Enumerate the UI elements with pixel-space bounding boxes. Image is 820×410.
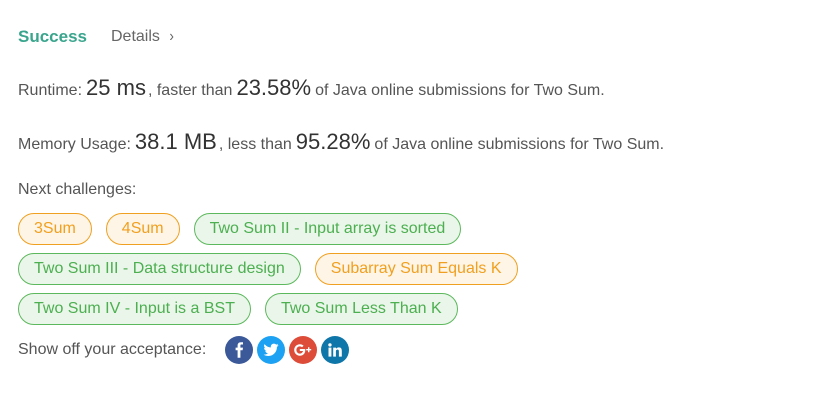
facebook-share-button[interactable] [225, 336, 254, 364]
challenge-chip[interactable]: Two Sum Less Than K [264, 293, 458, 325]
runtime-percent: 23.58% [236, 75, 312, 100]
challenge-chip[interactable]: Two Sum II - Input array is sorted [193, 213, 462, 245]
challenge-chip[interactable]: 4Sum [105, 213, 180, 245]
memory-line: Memory Usage: 38.1 MB , less than 95.28%… [18, 129, 808, 159]
memory-percent: 95.28% [295, 129, 371, 154]
twitter-share-button[interactable] [257, 336, 286, 364]
challenge-chip[interactable]: Subarray Sum Equals K [314, 253, 518, 285]
runtime-line: Runtime: 25 ms , faster than 23.58% of J… [18, 75, 808, 105]
next-challenges-label: Next challenges: [18, 181, 137, 198]
memory-label: Memory Usage: [18, 136, 131, 153]
memory-suffix: of Java online submissions for Two Sum. [374, 136, 665, 153]
status-success: Success [18, 27, 87, 46]
memory-value: 38.1 MB [134, 129, 217, 154]
submission-result-panel: Success Details › Runtime: 25 ms , faste… [18, 22, 808, 365]
challenge-chip[interactable]: Two Sum IV - Input is a BST [18, 293, 251, 325]
google-plus-share-button[interactable] [289, 336, 318, 364]
google-plus-icon [294, 344, 312, 356]
linkedin-share-button[interactable] [321, 336, 350, 364]
runtime-value: 25 ms [86, 75, 146, 100]
share-row: Show off your acceptance: [18, 335, 808, 365]
memory-mid-text: , less than [218, 136, 292, 153]
challenge-chip[interactable]: Two Sum III - Data structure design [18, 253, 301, 285]
challenge-chip[interactable]: 3Sum [18, 213, 92, 245]
status-row: Success Details › [18, 22, 808, 52]
runtime-label: Runtime: [18, 82, 83, 99]
details-link[interactable]: Details › [111, 28, 174, 46]
share-label: Show off your acceptance: [18, 341, 207, 358]
twitter-icon [263, 343, 279, 356]
runtime-mid-text: , faster than [147, 82, 233, 99]
facebook-icon [235, 342, 244, 358]
chevron-right-icon: › [169, 28, 174, 45]
details-label: Details [111, 28, 160, 45]
runtime-suffix: of Java online submissions for Two Sum. [315, 82, 605, 99]
next-challenges-list: 3Sum 4Sum Two Sum II - Input array is so… [18, 213, 578, 325]
linkedin-icon [328, 343, 343, 357]
